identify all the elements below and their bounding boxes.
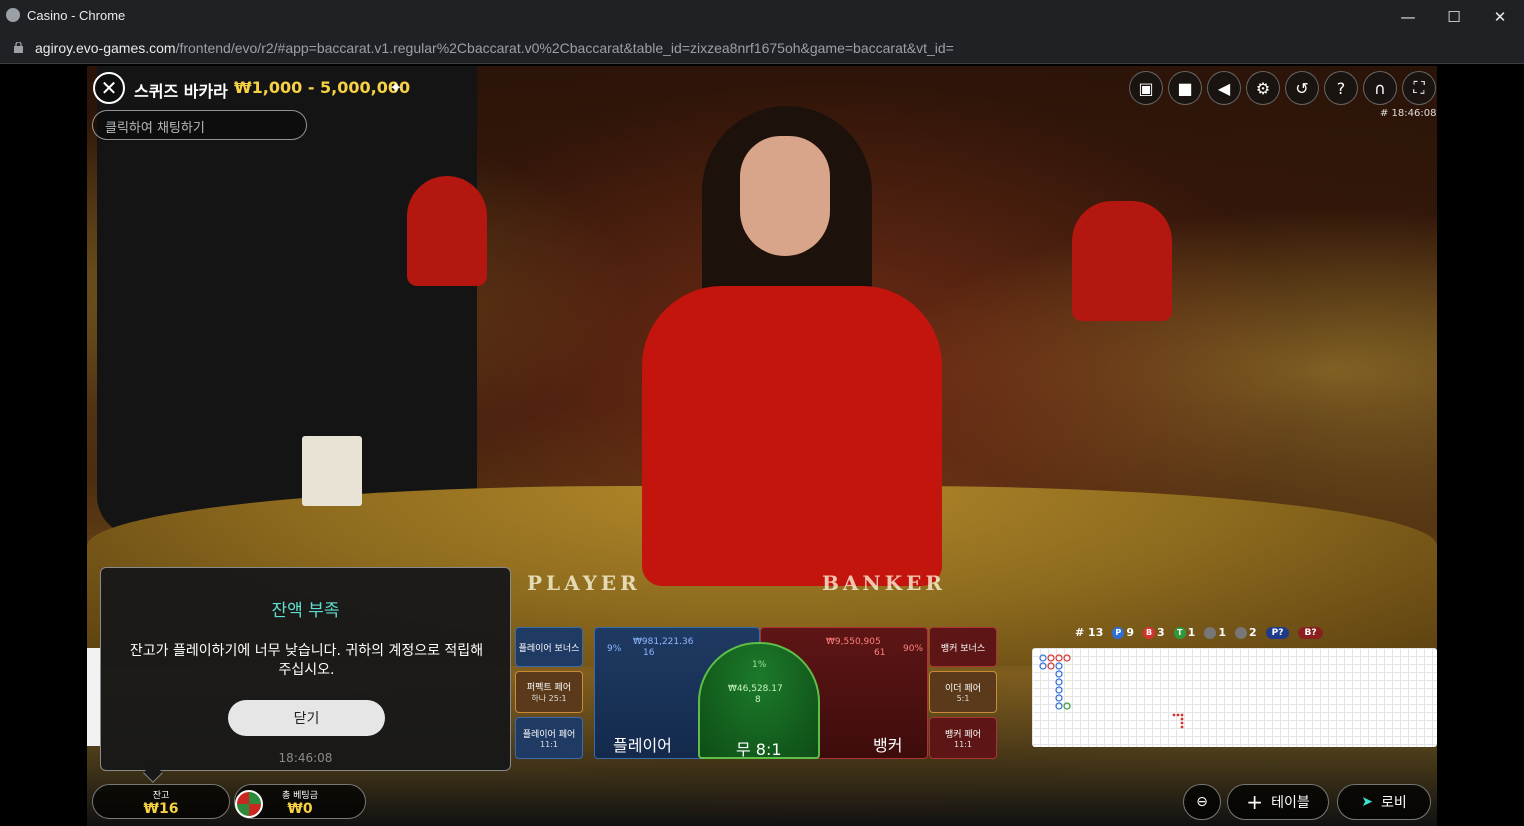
- round-stats: # 13 P9 B3 T1 1 2 P? B?: [1075, 626, 1323, 639]
- player-pair-label: 플레이어 페어: [522, 730, 576, 740]
- tie-label: 무 8:1: [736, 740, 782, 759]
- balance-value: ₩16: [143, 801, 179, 817]
- close-icon: ✕: [100, 76, 118, 100]
- lobby-label: 로비: [1380, 795, 1407, 811]
- dealer-figure: [642, 106, 942, 606]
- toolbar: ▣ ■ ◀ ⚙ ↺ ? ∩ ⛶: [1129, 71, 1436, 105]
- address-bar[interactable]: agiroy.evo-games.com/frontend/evo/r2/#ap…: [0, 33, 1524, 64]
- banker-predict[interactable]: B?: [1298, 626, 1323, 639]
- banker-count: 61: [874, 648, 886, 658]
- banker-pair-count: 2: [1234, 626, 1257, 639]
- lobby-button[interactable]: ➤ 로비: [1337, 784, 1431, 820]
- fullscreen-icon[interactable]: ⛶: [1402, 71, 1436, 105]
- either-pair-odds: 5:1: [956, 694, 970, 703]
- stack-icon: ⊖: [1196, 794, 1208, 810]
- perfect-pair-odds: 하나 25:1: [531, 694, 567, 703]
- player-predict[interactable]: P?: [1265, 626, 1290, 639]
- game-stage: PLAYER BANKER ✕ 스퀴즈 바카라 ₩1,000 - 5,000,0…: [87, 66, 1437, 826]
- minimize-button[interactable]: —: [1385, 0, 1431, 33]
- chip-icon: [235, 790, 263, 818]
- card-deck: [302, 436, 362, 506]
- felt-banker-label: BANKER: [822, 571, 946, 595]
- dialog-close-button[interactable]: 닫기: [228, 700, 385, 736]
- felt-player-label: PLAYER: [527, 571, 641, 595]
- tie-bet[interactable]: 1% ₩46,528.17 8 무 8:1: [698, 642, 820, 759]
- player-pair-count: 1: [1204, 626, 1226, 639]
- chat-toggle-button[interactable]: ⊖: [1183, 784, 1221, 820]
- background-dealer-right: [1072, 201, 1172, 321]
- player-label: 플레이어: [613, 736, 672, 755]
- perfect-pair-label: 퍼펙트 페어: [526, 683, 572, 693]
- dialog-pointer: [143, 763, 163, 783]
- add-table-button[interactable]: + 테이블: [1227, 784, 1329, 820]
- volume-icon[interactable]: ◀: [1207, 71, 1241, 105]
- banker-pair-label: 뱅커 페어: [945, 730, 981, 740]
- balance-display: 잔고 ₩16: [92, 784, 230, 819]
- pair-dot-icon: [1234, 627, 1247, 639]
- add-table-label: 테이블: [1271, 795, 1310, 811]
- either-pair-bet[interactable]: 이더 페어 5:1: [929, 671, 997, 713]
- round-number: # 13: [1075, 626, 1104, 639]
- pin-icon[interactable]: ✦: [389, 78, 402, 97]
- globe-icon: [6, 8, 20, 22]
- banker-dot-icon: B: [1143, 627, 1156, 639]
- game-id: # 18:46:08: [1380, 108, 1437, 119]
- tie-dot-icon: T: [1173, 627, 1186, 639]
- bead-road: [1039, 654, 1184, 729]
- help-icon[interactable]: ?: [1324, 71, 1358, 105]
- player-count: 16: [643, 648, 655, 658]
- tie-wins: T1: [1173, 626, 1195, 639]
- dialog-timestamp: 18:46:08: [278, 751, 333, 765]
- player-pair-bet[interactable]: 플레이어 페어 11:1: [515, 717, 583, 759]
- plus-icon: +: [1246, 790, 1264, 814]
- tie-pct: 1%: [752, 660, 767, 670]
- window-title: Casino - Chrome: [27, 8, 126, 23]
- chat-input[interactable]: 클릭하여 채팅하기: [92, 110, 307, 140]
- history-icon[interactable]: ↺: [1285, 71, 1319, 105]
- dialog-message: 잔고가 플레이하기에 너무 낮습니다. 귀하의 계정으로 적립해 주십시오.: [129, 643, 484, 678]
- dialog-title: 잔액 부족: [271, 601, 340, 621]
- player-pair-odds: 11:1: [540, 740, 558, 749]
- player-wins: P9: [1112, 626, 1134, 639]
- player-bonus-bet[interactable]: 플레이어 보너스: [515, 627, 583, 667]
- player-pct: 9%: [607, 644, 622, 654]
- roadmap-right[interactable]: [1032, 648, 1437, 747]
- banker-bonus-bet[interactable]: 뱅커 보너스: [929, 627, 997, 667]
- browser-titlebar: Casino - Chrome — ☐ ✕: [0, 0, 1524, 33]
- background-dealer-left: [407, 176, 487, 286]
- player-amount: ₩981,221.36: [633, 637, 694, 647]
- roadmap-left: [87, 648, 101, 746]
- video-icon[interactable]: ■: [1168, 71, 1202, 105]
- banker-bonus-label: 뱅커 보너스: [940, 643, 986, 654]
- either-pair-label: 이더 페어: [945, 684, 981, 694]
- game-title: 스퀴즈 바카라: [134, 82, 228, 101]
- banker-pair-odds: 11:1: [954, 740, 972, 749]
- maximize-button[interactable]: ☐: [1431, 0, 1477, 33]
- balance-label: 잔고: [152, 791, 170, 801]
- close-game-button[interactable]: ✕: [93, 72, 125, 104]
- chat-icon[interactable]: ▣: [1129, 71, 1163, 105]
- banker-pair-bet[interactable]: 뱅커 페어 11:1: [929, 717, 997, 759]
- insufficient-balance-dialog: 잔액 부족 잔고가 플레이하기에 너무 낮습니다. 귀하의 계정으로 적립해 주…: [100, 567, 511, 783]
- lock-icon: [14, 42, 23, 53]
- tie-amount: ₩46,528.17: [728, 684, 783, 694]
- banker-wins: B3: [1143, 626, 1165, 639]
- url-text[interactable]: agiroy.evo-games.com/frontend/evo/r2/#ap…: [35, 40, 954, 56]
- banker-amount: ₩9,550,905: [826, 637, 881, 647]
- player-bonus-label: 플레이어 보너스: [518, 643, 580, 654]
- player-dot-icon: P: [1112, 627, 1125, 639]
- lobby-icon: ➤: [1361, 794, 1373, 810]
- banker-pct: 90%: [903, 644, 924, 654]
- close-window-button[interactable]: ✕: [1477, 0, 1523, 33]
- headset-icon[interactable]: ∩: [1363, 71, 1397, 105]
- settings-icon[interactable]: ⚙: [1246, 71, 1280, 105]
- pair-dot-icon: [1204, 627, 1217, 639]
- tie-count: 8: [755, 695, 761, 705]
- betting-grid: 플레이어 보너스 퍼펙트 페어 하나 25:1 플레이어 페어 11:1 9% …: [515, 627, 1015, 759]
- banker-label: 뱅커: [873, 736, 903, 755]
- bet-limits: ₩1,000 - 5,000,000: [234, 78, 411, 97]
- perfect-pair-bet[interactable]: 퍼펙트 페어 하나 25:1: [515, 671, 583, 713]
